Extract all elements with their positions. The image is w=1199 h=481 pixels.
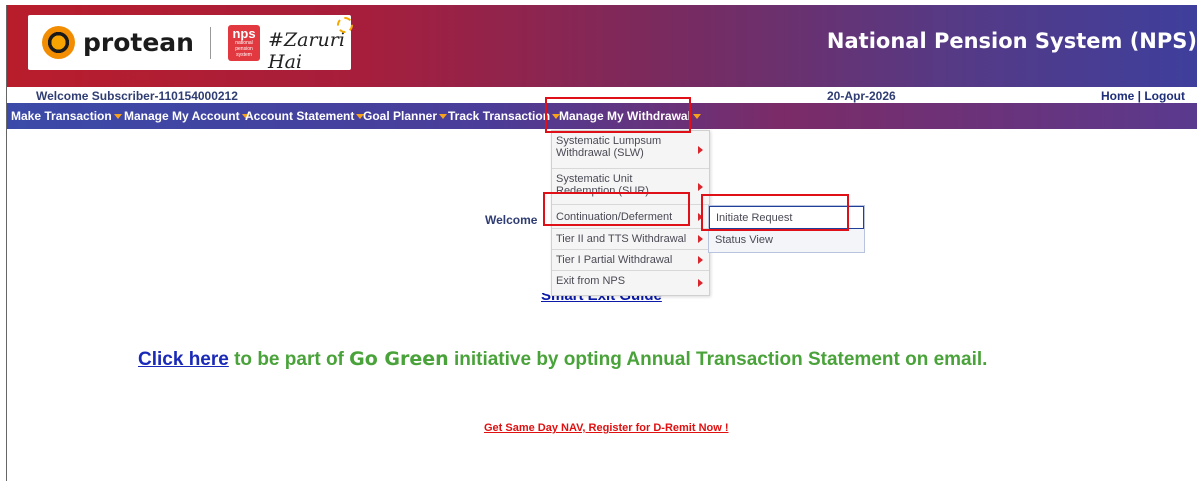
menu-item-label: Exit from NPS xyxy=(556,275,626,287)
page-frame: protean nps national pension system #Zar… xyxy=(6,5,1197,481)
nav-make-transaction[interactable]: Make Transaction xyxy=(11,109,122,123)
nav-label: Goal Planner xyxy=(363,109,438,123)
home-link[interactable]: Home xyxy=(1101,89,1134,103)
menu-item-label: Continuation/Deferment xyxy=(556,211,673,223)
arrow-right-icon xyxy=(698,145,703,154)
arrow-right-icon xyxy=(698,279,703,287)
menu-item-exit-from-nps[interactable]: Exit from NPS xyxy=(552,271,709,295)
nps-logo-text: nps xyxy=(232,26,256,41)
sun-icon xyxy=(337,17,353,33)
arrow-right-icon xyxy=(698,182,703,191)
menu-item-tier2-tts-withdrawal[interactable]: Tier II and TTS Withdrawal xyxy=(552,229,709,250)
nav-label: Manage My Account xyxy=(124,109,240,123)
go-green-highlight: Go Green xyxy=(349,348,449,370)
link-separator: | xyxy=(1134,89,1145,103)
menu-item-tier1-partial-withdrawal[interactable]: Tier I Partial Withdrawal xyxy=(552,250,709,271)
menu-item-label: Systematic Unit Redemption (SUR) xyxy=(556,173,649,197)
nps-logo-subtext: national pension system xyxy=(235,40,253,58)
zaruri-hai-tagline: #Zaruri Hai xyxy=(268,29,345,73)
logo-box: protean nps national pension system #Zar… xyxy=(28,15,353,73)
go-green-text-2: initiative by opting Annual Transaction … xyxy=(448,349,988,370)
current-date: 20-Apr-2026 xyxy=(827,89,896,103)
protean-logo-text: protean xyxy=(83,28,194,57)
page-title: National Pension System (NPS) xyxy=(826,29,1197,53)
welcome-strip: Welcome Subscriber-110154000212 20-Apr-2… xyxy=(7,87,1197,103)
top-links: Home | Logout xyxy=(1101,89,1185,103)
menu-item-label: Tier II and TTS Withdrawal xyxy=(556,233,687,245)
menu-item-label: Tier I Partial Withdrawal xyxy=(556,254,673,266)
submenu-initiate-request[interactable]: Initiate Request xyxy=(709,206,864,229)
nav-label: Track Transaction xyxy=(448,109,551,123)
caret-down-icon xyxy=(692,114,701,120)
caret-down-icon xyxy=(113,114,122,120)
nav-label: Manage My Withdrawal xyxy=(559,109,691,123)
menu-item-sur[interactable]: Systematic Unit Redemption (SUR) xyxy=(552,169,709,205)
logout-link[interactable]: Logout xyxy=(1144,89,1185,103)
header-banner: protean nps national pension system #Zar… xyxy=(7,5,1197,87)
menu-item-continuation-deferment[interactable]: Continuation/Deferment xyxy=(552,205,709,229)
nav-label: Account Statement xyxy=(245,109,355,123)
nav-account-statement[interactable]: Account Statement xyxy=(245,109,365,123)
nav-track-transaction[interactable]: Track Transaction xyxy=(448,109,561,123)
continuation-submenu: Initiate Request Status View xyxy=(708,205,865,253)
arrow-right-icon xyxy=(698,212,703,221)
logo-divider xyxy=(210,27,211,59)
arrow-right-icon xyxy=(698,235,703,243)
nav-manage-my-account[interactable]: Manage My Account xyxy=(124,109,250,123)
arrow-right-icon xyxy=(698,256,703,264)
nps-logo-icon: nps national pension system xyxy=(228,25,260,61)
caret-down-icon xyxy=(439,114,448,120)
menu-item-slw[interactable]: Systematic Lumpsum Withdrawal (SLW) xyxy=(552,131,709,169)
main-nav: Make Transaction Manage My Account Accou… xyxy=(7,103,1197,129)
nav-goal-planner[interactable]: Goal Planner xyxy=(363,109,448,123)
protean-logo-icon xyxy=(42,26,75,59)
welcome-heading: Welcome xyxy=(485,213,538,227)
go-green-text-1: to be part of xyxy=(228,349,350,370)
go-green-banner: Click here to be part of Go Green initia… xyxy=(138,348,987,371)
menu-item-label: Systematic Lumpsum Withdrawal (SLW) xyxy=(556,135,662,159)
nav-manage-my-withdrawal[interactable]: Manage My Withdrawal xyxy=(559,109,701,123)
click-here-link[interactable]: Click here xyxy=(138,349,229,370)
d-remit-link[interactable]: Get Same Day NAV, Register for D-Remit N… xyxy=(484,422,729,434)
nav-label: Make Transaction xyxy=(11,109,112,123)
welcome-subscriber: Welcome Subscriber-110154000212 xyxy=(36,89,238,103)
submenu-status-view[interactable]: Status View xyxy=(709,229,864,252)
withdrawal-dropdown-menu: Systematic Lumpsum Withdrawal (SLW) Syst… xyxy=(551,130,710,296)
